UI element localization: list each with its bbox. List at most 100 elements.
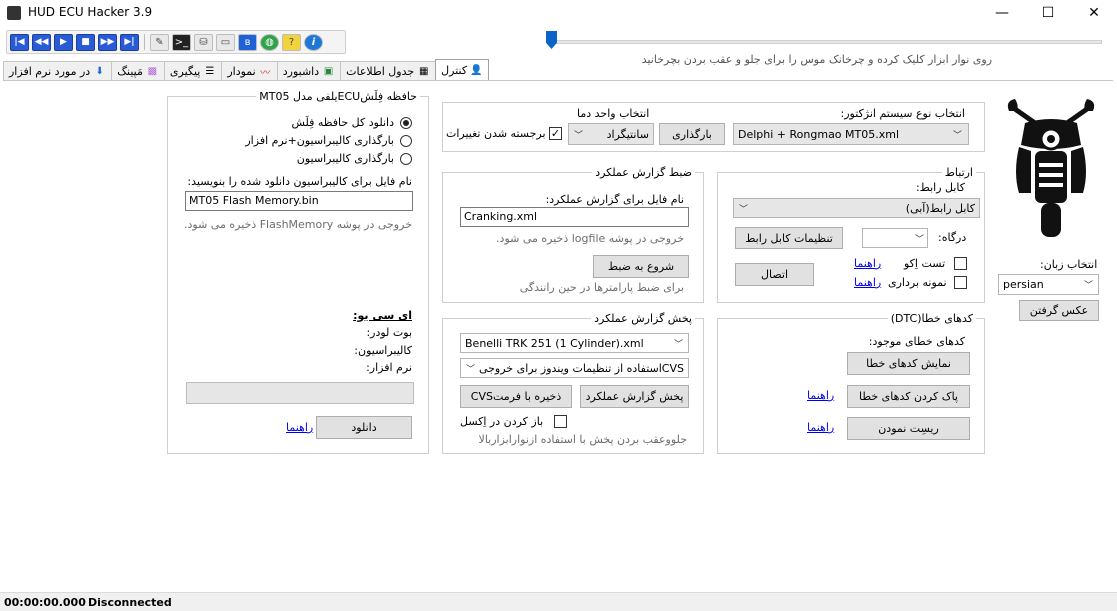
load-ecu-button[interactable]: بارگذاری [659,123,725,145]
echo-test-checkbox[interactable] [954,257,967,270]
connection-title: ارتباط [941,166,976,179]
fast-forward-icon[interactable]: ▶▶ [98,33,117,51]
ecu-type-group: انتخاب نوع سیستم انژکتور: Delphi + Rongm… [442,102,985,152]
tab-tracking[interactable]: ☰ پیگیری [163,61,223,81]
ecu-type-select[interactable]: Delphi + Rongmao MT05.xml ﹀ [733,123,969,145]
connect-button[interactable]: اتصال [735,263,814,286]
chart-icon: 〰 [260,68,271,79]
device-icon[interactable]: ▭ [216,33,235,51]
sampling-checkbox[interactable] [954,276,967,289]
dtc-group: کدهای خطا(DTC) کدهای خطای موجود: نمایش ک… [717,312,985,454]
save-csv-button[interactable]: ذخیره با فرمتCVS [460,385,572,408]
ecu-heading: ای سی یو: [353,309,412,322]
port-select[interactable]: ﹀ [862,228,928,248]
download-button[interactable]: دانلود [316,416,412,439]
table-icon: ▦ [418,66,429,77]
play-log-button[interactable]: پخش گزارش عملکرد [580,385,689,408]
chevron-down-icon: ﹀ [574,130,584,141]
cable-settings-button[interactable]: تنظیمات کابل رابط [735,227,843,249]
status-bar: 00:00:00.000 Disconnected [0,592,1117,611]
tab-data-table[interactable]: ▦ جدول اطلاعات [340,61,437,81]
playback-log-title: پخش گزارش عملکرد [591,312,695,325]
cable-label: کابل رابط: [915,181,965,194]
reset-help-link[interactable]: راهنما [807,421,834,434]
chevron-down-icon: ﹀ [739,204,749,215]
app-chip-icon [7,6,21,20]
chevron-down-icon: ﹀ [1083,281,1093,291]
cable-select[interactable]: کابل رابط(آبی) ﹀ [733,198,980,218]
maximize-button[interactable]: ☐ [1025,0,1071,26]
playback-slider-thumb[interactable] [546,31,557,49]
toolbar-separator [144,34,145,50]
rewind-icon[interactable]: ◀◀ [32,33,51,51]
stop-icon[interactable]: ■ [76,33,95,51]
playback-toolbar: |◀ ◀◀ ▶ ■ ▶▶ ▶| ✎ >_ ⛁ ▭ ʙ ◍ ? i [6,30,346,54]
sampling-label: نمونه برداری [888,276,947,289]
option-full-radio[interactable] [400,117,412,129]
list-icon: ☰ [205,66,215,77]
option-cal-sw-radio[interactable] [400,135,412,147]
database-icon[interactable]: ⛁ [194,33,213,51]
terminal-icon[interactable]: >_ [172,33,191,51]
record-output-hint: خروجی در پوشه logfile ذخیره می شود. [496,232,684,245]
status-connection: Disconnected [88,596,172,609]
start-recording-button[interactable]: شروع به ضبط [593,255,689,278]
playback-file-select[interactable]: Benelli TRK 251 (1 Cylinder).xml ﹀ [460,333,689,353]
grid-icon: ▩ [147,66,158,77]
minimize-button[interactable]: — [979,0,1025,26]
last-frame-icon[interactable]: ▶| [120,33,139,51]
download-icon: ⬇ [95,66,104,77]
help-icon[interactable]: ? [282,33,301,51]
dtc-title: کدهای خطا(DTC) [887,312,976,325]
calibration-label: کالیبراسیون: [354,344,412,357]
ecu-type-label: انتخاب نوع سیستم انژکتور: [840,107,965,120]
show-dtc-button[interactable]: نمایش کدهای خطا [847,352,970,375]
motorcycle-logo [1007,99,1095,237]
record-filename-label: نام فایل برای گزارش عملکرد: [545,193,684,206]
screenshot-button[interactable]: عکس گرفتن [1019,300,1099,321]
flash-filename-input[interactable]: MT05 Flash Memory.bin [185,191,413,211]
wrench-icon[interactable]: ✎ [150,33,169,51]
close-button[interactable]: ✕ [1071,0,1117,26]
flash-help-link[interactable]: راهنما [286,421,313,434]
echo-help-link[interactable]: راهنما [854,257,881,270]
main-tabs: 👤 کنترل ▦ جدول اطلاعات ▣ داشبورد 〰 نمودار ☰ پ… [3,59,529,81]
first-frame-icon[interactable]: |◀ [10,33,29,51]
option-cal-radio[interactable] [400,153,412,165]
open-excel-label: باز کردن در اِکسل [460,415,544,428]
play-icon[interactable]: ▶ [54,33,73,51]
highlight-changes-label: برجسته شدن تغییرات [446,127,546,140]
highlight-changes-checkbox[interactable]: ✓ [549,127,562,140]
bootloader-label: بوت لودر: [366,326,412,339]
tab-mapping[interactable]: ▩ مَپینگ [111,61,165,81]
playback-hint: جلووعقب بردن پخش با استفاده ازنوارابزارب… [478,433,687,446]
chevron-down-icon: ﹀ [952,130,962,141]
sampling-help-link[interactable]: راهنما [854,276,881,289]
info-icon[interactable]: i [304,33,323,51]
port-label: درگاه: [938,231,967,244]
flash-output-hint: خروجی در پوشه FlashMemory ذخیره می شود. [184,218,412,231]
bluetooth-icon[interactable]: ʙ [238,33,257,51]
temp-unit-select[interactable]: سانتیگراد ﹀ [568,123,654,145]
echo-test-label: تست اِکو [904,257,946,270]
tab-chart[interactable]: 〰 نمودار [221,61,278,81]
csv-format-select[interactable]: استفاده از تنظیمات ویندوز برای خروجیCVS … [460,358,689,378]
flash-memory-group: حافظه فِلَشECUیلفی مدل MT05 دانلود کل حا… [167,90,429,454]
language-select[interactable]: persian ﹀ [998,274,1099,295]
record-filename-input[interactable]: Cranking.xml [460,207,689,227]
playback-slider-track[interactable] [552,40,1102,44]
clear-dtc-button[interactable]: پاک کردن کدهای خطا [847,385,970,408]
globe-icon[interactable]: ◍ [260,33,279,51]
flash-memory-title: حافظه فِلَشECUیلفی مدل MT05 [256,90,420,103]
reset-button[interactable]: ریسِت نمودن [847,417,970,440]
tab-control[interactable]: 👤 کنترل [435,59,490,81]
chevron-down-icon: ﹀ [673,339,683,350]
tab-dashboard[interactable]: ▣ داشبورد [276,61,342,81]
open-excel-checkbox[interactable] [554,415,567,428]
clear-dtc-help-link[interactable]: راهنما [807,389,834,402]
flash-filename-label: نام فایل برای کالیبراسیون دانلود شده را … [187,175,412,188]
playback-log-group: پخش گزارش عملکرد Benelli TRK 251 (1 Cyli… [442,312,704,454]
chevron-down-icon: ﹀ [466,364,476,375]
tab-about[interactable]: ⬇ در مورد نرم افزار [3,61,113,81]
record-log-title: ضبط گزارش عملکرد [592,166,695,179]
